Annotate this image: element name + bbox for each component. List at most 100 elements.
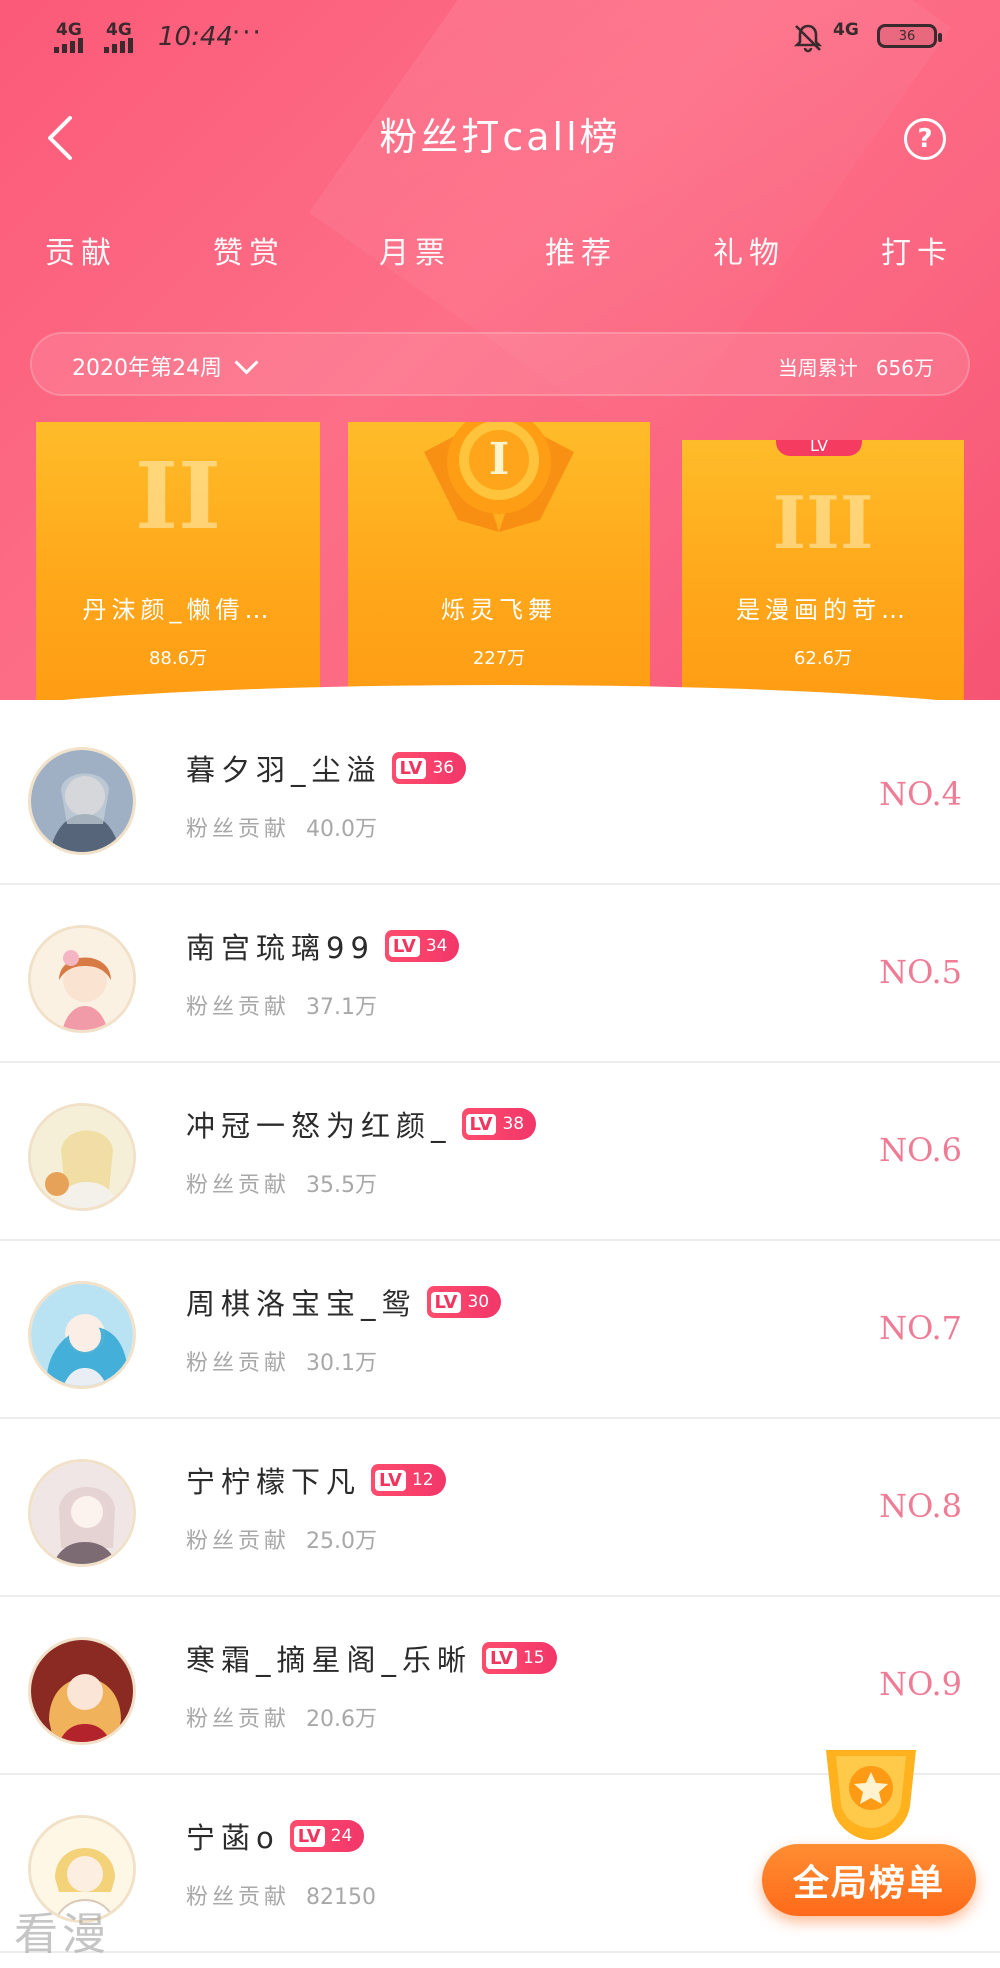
ranking-tabs: 贡献 赞赏 月票 推荐 礼物 打卡 [0,228,1000,278]
contribution-label: 粉丝贡献 [186,995,291,1020]
signal-bars-icon [104,38,133,53]
tab-monthly-ticket[interactable]: 月票 [360,228,470,272]
user-contribution: 粉丝贡献 25.0万 [186,1523,377,1555]
contribution-label: 粉丝贡献 [186,1173,291,1198]
podium-score: 62.6万 [793,648,853,669]
user-name-text: 冲冠一怒为红颜_ [186,1109,452,1143]
rank-numeral: I [488,434,510,485]
user-name: 周棋洛宝宝_鸳 LV 30 [186,1281,502,1323]
user-contribution: 粉丝贡献 30.1万 [186,1345,377,1377]
podium-score: 227万 [472,648,526,669]
contribution-label: 粉丝贡献 [186,1707,291,1732]
contribution-value: 40.0万 [306,817,378,842]
contribution-label: 粉丝贡献 [186,1885,291,1910]
user-name: 宁柠檬下凡 LV 12 [186,1459,446,1501]
user-name-text: 寒霜_摘星阁_乐晰 [186,1643,473,1677]
help-icon[interactable]: ? [904,118,946,160]
contribution-label: 粉丝贡献 [186,1529,291,1554]
contribution-value: 20.6万 [306,1707,378,1732]
rank-number: NO.9 [879,1665,962,1703]
level-value: 38 [502,1114,525,1134]
user-name: 南宫琉璃99 LV 34 [186,925,460,967]
level-value: 34 [425,936,448,956]
signal-bars-icon [54,38,83,53]
page-title: 粉丝打call榜 [379,115,621,159]
week-bar: 2020年第24周 当周累计 656万 [30,332,970,396]
rank-numeral: III [772,480,874,565]
contribution-value: 82150 [306,1885,377,1910]
more-dots: ··· [232,18,263,48]
battery-level: 36 [898,28,916,44]
battery-icon: 36 [877,24,942,48]
avatar [28,1281,136,1389]
user-name: 宁菡o LV 24 [186,1815,365,1857]
tab-contribution[interactable]: 贡献 [26,228,136,272]
level-value: 30 [467,1292,490,1312]
rank-number: NO.5 [879,953,962,991]
trophy-icon [826,1750,916,1840]
podium-second[interactable]: II 丹沫颜_懒倩… 88.6万 [36,422,320,700]
tab-gift[interactable]: 礼物 [694,228,804,272]
network-label: 4G [833,20,859,40]
tab-recommend[interactable]: 推荐 [526,228,636,272]
tab-checkin[interactable]: 打卡 [862,228,972,272]
avatar [28,1637,136,1745]
user-name: 暮夕羽_尘溢 LV 36 [186,747,467,789]
tab-appreciation[interactable]: 赞赏 [194,228,304,272]
level-value: 15 [522,1648,545,1668]
week-total: 当周累计 656万 [778,352,934,381]
avatar [28,1103,136,1211]
week-total-value: 656万 [875,356,934,380]
chevron-down-icon [234,349,259,375]
user-name-text: 宁菡o [186,1821,280,1855]
list-item[interactable]: 冲冠一怒为红颜_ LV 38 粉丝贡献 35.5万 NO.6 [0,1061,1000,1241]
week-label: 2020年第24周 [72,356,222,381]
user-contribution: 粉丝贡献 35.5万 [186,1167,377,1199]
contribution-value: 30.1万 [306,1351,378,1376]
status-bar: 4G 4G 10:44 ··· 4G 36 [0,0,1000,80]
user-contribution: 粉丝贡献 20.6万 [186,1701,377,1733]
level-badge: LV 34 [384,930,460,962]
list-item[interactable]: 周棋洛宝宝_鸳 LV 30 粉丝贡献 30.1万 NO.7 [0,1239,1000,1419]
level-badge: LV 30 [426,1286,502,1318]
podium-third[interactable]: LV III 是漫画的苛… 62.6万 [682,440,964,700]
list-item[interactable]: 宁柠檬下凡 LV 12 粉丝贡献 25.0万 NO.8 [0,1417,1000,1597]
contribution-value: 25.0万 [306,1529,378,1554]
clock: 10:44 [158,22,233,52]
rank-number: NO.4 [879,775,962,813]
lv-badge: LV [776,440,862,456]
level-value: 12 [411,1470,434,1490]
global-ranking-button[interactable]: 全局榜单 [760,1738,980,1918]
avatar [28,1459,136,1567]
signal-label-2: 4G [106,20,132,40]
level-badge: LV 12 [371,1464,446,1496]
user-name-text: 宁柠檬下凡 [186,1465,362,1499]
user-name: 冲冠一怒为红颜_ LV 38 [186,1103,537,1145]
podium-score: 88.6万 [148,648,208,669]
watermark: 看漫 [14,1909,110,1960]
user-name-text: 周棋洛宝宝_鸳 [186,1287,417,1321]
level-value: 24 [330,1826,353,1846]
contribution-value: 37.1万 [306,995,378,1020]
user-contribution: 粉丝贡献 82150 [186,1879,376,1911]
avatar [28,925,136,1033]
user-name: 寒霜_摘星阁_乐晰 LV 15 [186,1637,557,1679]
rank-number: NO.7 [879,1309,962,1347]
user-contribution: 粉丝贡献 40.0万 [186,811,377,843]
contribution-value: 35.5万 [306,1173,378,1198]
podium-name: 烁灵飞舞 [441,596,557,624]
list-item[interactable]: 南宫琉璃99 LV 34 粉丝贡献 37.1万 NO.5 [0,883,1000,1063]
week-total-label: 当周累计 [777,356,858,380]
avatar [28,747,136,855]
list-item[interactable]: 暮夕羽_尘溢 LV 36 粉丝贡献 40.0万 NO.4 [0,705,1000,885]
week-dropdown[interactable]: 2020年第24周 [72,349,259,382]
level-badge: LV 36 [391,752,467,784]
podium-name: 是漫画的苛… [736,596,910,624]
podium-first[interactable]: I 烁灵飞舞 227万 [348,422,650,700]
user-contribution: 粉丝贡献 37.1万 [186,989,377,1021]
global-ranking-label: 全局榜单 [762,1844,976,1916]
user-name-text: 暮夕羽_尘溢 [186,753,382,787]
level-badge: LV 38 [461,1108,537,1140]
level-value: 36 [432,758,455,778]
mute-bell-icon [793,24,823,53]
